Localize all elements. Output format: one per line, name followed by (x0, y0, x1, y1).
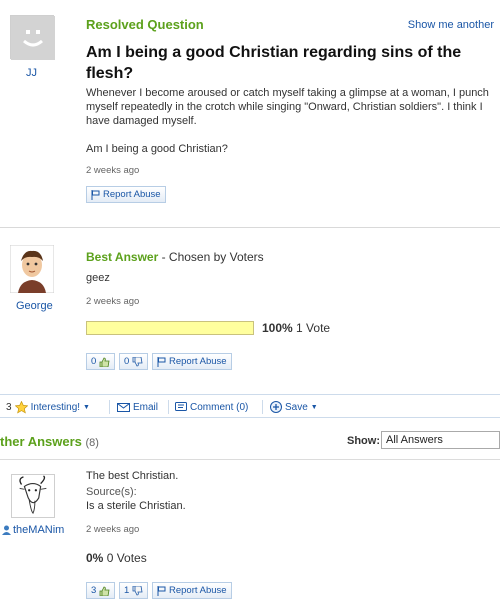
divider (168, 400, 169, 414)
save-label: Save (285, 401, 308, 413)
thumbs-up-button[interactable]: 0 (86, 353, 116, 370)
vote-percent: 100% (262, 321, 293, 335)
user-icon (2, 525, 11, 535)
chosen-by-label: - Chosen by Voters (158, 250, 264, 264)
vote-percent: 0% (86, 551, 104, 565)
show-another-link[interactable]: Show me another (408, 19, 494, 31)
best-answer-time: 2 weeks ago (86, 296, 140, 307)
answer-user-name: theMANim (13, 524, 65, 536)
flag-icon (157, 585, 166, 596)
thumbs-up-count: 0 (91, 356, 97, 367)
thumbs-up-icon (99, 357, 110, 367)
chevron-down-icon: ▼ (310, 403, 318, 411)
question-text-2: Am I being a good Christian? (86, 143, 228, 155)
question-toolbar: 3 Interesting! ▼ Email Comment (0) Save … (0, 394, 500, 418)
thumbs-up-count: 3 (91, 585, 97, 596)
chevron-down-icon: ▼ (83, 403, 90, 411)
interesting-count: 3 (6, 401, 12, 413)
question-body: Whenever I become aroused or catch mysel… (86, 86, 491, 170)
report-abuse-button[interactable]: Report Abuse (152, 582, 232, 599)
answer-user[interactable]: theMANim (2, 524, 64, 536)
answer-text: The best Christian. (86, 470, 179, 482)
thumbs-up-icon (99, 586, 110, 596)
report-abuse-button[interactable]: Report Abuse (86, 186, 166, 203)
flag-icon (91, 189, 100, 200)
vote-summary: 100% 1 Vote (262, 321, 330, 335)
flag-icon (157, 356, 166, 367)
best-answer-user[interactable]: George (16, 300, 53, 312)
vote-progress-fill (87, 322, 253, 334)
divider (262, 400, 263, 414)
best-answer-label: Best Answer (86, 250, 159, 264)
avatar[interactable] (10, 245, 54, 293)
thumbs-down-icon (132, 585, 143, 595)
thumbs-down-icon (132, 356, 143, 366)
report-abuse-label: Report Abuse (169, 585, 227, 596)
email-button[interactable]: Email (117, 400, 158, 414)
vote-progress-bar (86, 321, 254, 335)
thumbs-down-button[interactable]: 1 (119, 582, 149, 599)
answer-time: 2 weeks ago (86, 524, 140, 535)
thumbs-up-button[interactable]: 3 (86, 582, 116, 599)
email-label: Email (133, 401, 159, 413)
sources-label: Source(s): (86, 486, 137, 498)
plus-icon (270, 401, 282, 413)
interesting-label: Interesting! (30, 401, 81, 413)
question-text: Whenever I become aroused or catch mysel… (86, 87, 489, 127)
other-answers-count: (8) (85, 437, 99, 449)
divider (109, 400, 110, 414)
show-filter-label: Show: (347, 435, 380, 447)
thumbs-down-count: 0 (124, 356, 130, 367)
vote-count: 0 Votes (106, 551, 147, 565)
other-answers-label: ther Answers (0, 434, 82, 449)
avatar[interactable] (11, 474, 55, 518)
report-abuse-button[interactable]: Report Abuse (152, 353, 232, 370)
other-answers-title: ther Answers (8) (0, 434, 99, 449)
save-button[interactable]: Save ▼ (270, 400, 318, 414)
thumbs-down-count: 1 (124, 585, 130, 596)
report-abuse-label: Report Abuse (169, 356, 227, 367)
question-status: Resolved Question (86, 17, 204, 32)
best-answer-heading: Best Answer - Chosen by Voters (86, 250, 264, 264)
vote-summary: 0% 0 Votes (86, 551, 147, 565)
best-answer-text: geez (86, 272, 110, 284)
source-text: Is a sterile Christian. (86, 500, 186, 512)
comment-icon (175, 401, 187, 411)
question-title: Am I being a good Christian regarding si… (86, 44, 462, 82)
question-time: 2 weeks ago (86, 165, 140, 176)
answers-filter-select[interactable]: All Answers (381, 431, 500, 449)
default-avatar-icon (11, 16, 55, 60)
envelope-icon (117, 402, 130, 412)
asker-name[interactable]: JJ (26, 67, 37, 79)
thumbs-down-button[interactable]: 0 (119, 353, 149, 370)
question-panel: JJ Resolved Question Show me another Am … (0, 0, 500, 228)
report-abuse-label: Report Abuse (103, 189, 161, 200)
comment-button[interactable]: Comment (0) (175, 400, 248, 414)
other-answers-header: ther Answers (8) Show: All Answers (0, 430, 500, 460)
comment-label: Comment (0) (190, 401, 249, 413)
vote-count: 1 Vote (296, 321, 331, 335)
avatar[interactable] (10, 15, 55, 60)
star-icon (14, 400, 28, 414)
interesting-button[interactable]: 3 Interesting! ▼ (6, 400, 90, 414)
